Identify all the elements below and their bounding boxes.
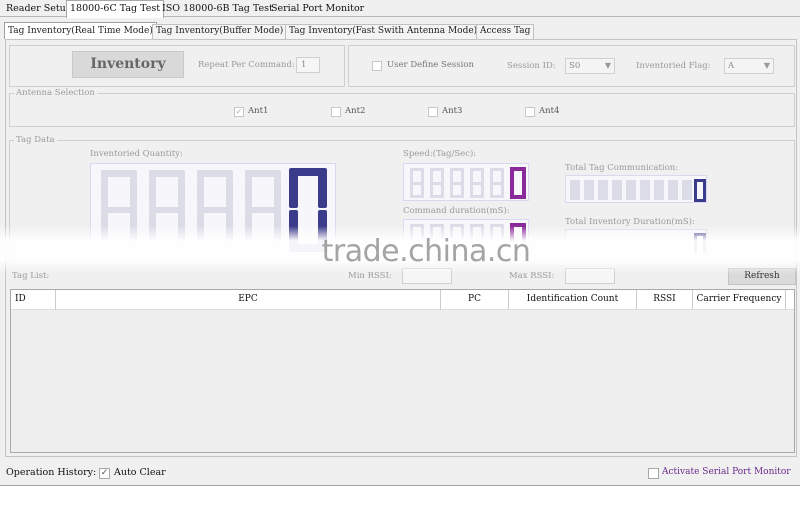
- total-tag-communication-display: [565, 175, 707, 203]
- tab-real-time-mode[interactable]: Tag Inventory(Real Time Mode): [4, 22, 157, 39]
- tag-list-header: ID EPC PC Identification Count RSSI Carr…: [11, 290, 794, 310]
- tab-reader-setup[interactable]: Reader Setup: [3, 2, 75, 17]
- ant4-checkbox[interactable]: [525, 107, 535, 117]
- watermark: trade.china.cn: [321, 234, 531, 269]
- speed-digits: [410, 167, 526, 199]
- tag-list-table[interactable]: ID EPC PC Identification Count RSSI Carr…: [10, 289, 795, 453]
- user-define-session-label: User Define Session: [387, 60, 474, 70]
- inventory-control-group: Inventory Repeat Per Command: 1: [9, 45, 345, 87]
- tab-access-tag[interactable]: Access Tag: [476, 24, 535, 39]
- tab-18000-6c-tag-test[interactable]: 18000-6C Tag Test: [66, 0, 165, 18]
- sub-tab-bar: Tag Inventory(Real Time Mode) Tag Invent…: [4, 22, 796, 39]
- speed-label: Speed:(Tag/Sec):: [403, 149, 477, 159]
- column-epc[interactable]: EPC: [56, 290, 441, 310]
- session-group: User Define Session Session ID: S0 ▼ Inv…: [348, 45, 795, 87]
- window-bottom-border: [0, 485, 800, 486]
- ant2-checkbox[interactable]: [331, 107, 341, 117]
- repeat-per-command-label: Repeat Per Command:: [198, 60, 295, 70]
- column-rssi[interactable]: RSSI: [637, 290, 693, 310]
- inventory-button[interactable]: Inventory: [72, 51, 184, 78]
- auto-clear-label: Auto Clear: [114, 467, 166, 478]
- inventoried-flag-value: A: [728, 61, 735, 71]
- column-carrier-frequency[interactable]: Carrier Frequency: [693, 290, 786, 310]
- inventoried-quantity-label: Inventoried Quantity:: [90, 149, 183, 159]
- repeat-per-command-input[interactable]: 1: [296, 57, 320, 73]
- inventoried-flag-label: Inventoried Flag:: [636, 61, 711, 71]
- activate-serial-port-monitor-label[interactable]: Activate Serial Port Monitor: [662, 467, 791, 477]
- antenna-selection-group: Antenna Selection ✓ Ant1 Ant2 Ant3 Ant4: [9, 88, 795, 127]
- tab-iso-18000-6b-tag-test[interactable]: ISO 18000-6B Tag Test: [159, 2, 276, 17]
- main-tab-bar: Reader Setup 18000-6C Tag Test ISO 18000…: [0, 0, 800, 18]
- operation-history-label: Operation History:: [6, 467, 97, 478]
- user-define-session-checkbox[interactable]: [372, 61, 382, 71]
- command-duration-label: Command duration(mS):: [403, 206, 510, 216]
- ant2-label: Ant2: [345, 106, 366, 116]
- ant3-checkbox[interactable]: [428, 107, 438, 117]
- lcd-ghost-digits: [410, 168, 504, 198]
- tag-data-legend: Tag Data: [14, 135, 57, 145]
- total-tag-communication-label: Total Tag Communication:: [565, 163, 679, 173]
- antenna-selection-legend: Antenna Selection: [14, 88, 97, 98]
- tab-buffer-mode[interactable]: Tag Inventory(Buffer Mode): [152, 24, 288, 39]
- column-pc[interactable]: PC: [441, 290, 509, 310]
- chevron-down-icon: ▼: [604, 61, 611, 70]
- ant1-label: Ant1: [248, 106, 269, 116]
- chevron-down-icon: ▼: [763, 61, 770, 70]
- column-identification-count[interactable]: Identification Count: [509, 290, 637, 310]
- lcd-ghost-digits: [570, 180, 692, 200]
- session-id-label: Session ID:: [507, 61, 556, 71]
- session-id-select[interactable]: S0 ▼: [565, 58, 615, 74]
- session-id-value: S0: [569, 61, 581, 71]
- inventoried-flag-select[interactable]: A ▼: [724, 58, 774, 74]
- total-tag-communication-digits: [570, 179, 706, 202]
- ant1-checkbox[interactable]: ✓: [234, 107, 244, 117]
- lcd-lit-digit: [694, 179, 706, 202]
- ant4-label: Ant4: [539, 106, 560, 116]
- tab-serial-port-monitor[interactable]: Serial Port Monitor: [268, 2, 367, 17]
- ant3-label: Ant3: [442, 106, 463, 116]
- column-id[interactable]: ID: [11, 290, 56, 310]
- speed-display: [403, 163, 529, 201]
- auto-clear-checkbox[interactable]: ✓: [99, 468, 110, 479]
- activate-serial-port-monitor-checkbox[interactable]: [648, 468, 659, 479]
- tab-fast-switch-antenna-mode[interactable]: Tag Inventory(Fast Swith Antenna Mode): [285, 24, 482, 39]
- lcd-lit-digit: [510, 167, 526, 199]
